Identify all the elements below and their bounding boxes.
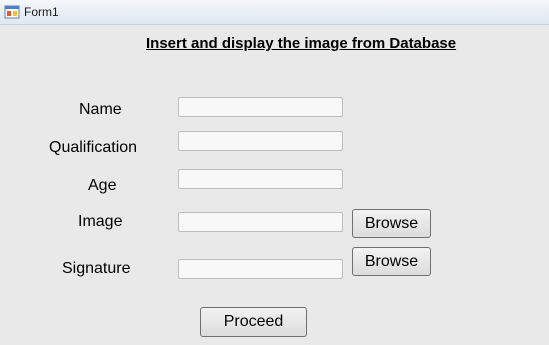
page-title: Insert and display the image from Databa…	[146, 35, 457, 52]
image-browse-button[interactable]: Browse	[352, 209, 431, 238]
windows-form-icon[interactable]	[4, 4, 20, 20]
name-input[interactable]	[178, 97, 343, 117]
image-label: Image	[78, 213, 123, 230]
age-label: Age	[88, 177, 117, 194]
window-title: Form1	[24, 5, 59, 19]
image-path-input[interactable]	[178, 212, 343, 232]
signature-browse-button[interactable]: Browse	[352, 247, 431, 276]
age-input[interactable]	[178, 169, 343, 189]
signature-path-input[interactable]	[178, 259, 343, 279]
qualification-label: Qualification	[49, 139, 138, 156]
qualification-input[interactable]	[178, 131, 343, 151]
name-label: Name	[79, 101, 122, 118]
signature-label: Signature	[62, 260, 131, 277]
title-bar[interactable]: Form1	[0, 0, 549, 25]
proceed-button[interactable]: Proceed	[200, 307, 307, 337]
